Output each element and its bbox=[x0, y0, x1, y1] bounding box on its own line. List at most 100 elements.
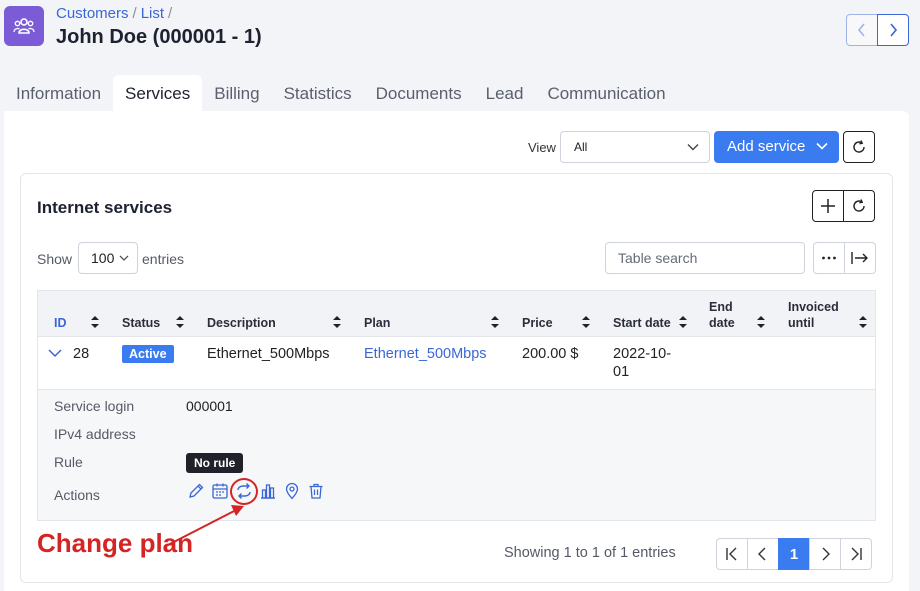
column-header-id[interactable]: ID bbox=[54, 315, 67, 331]
chevron-right-icon bbox=[822, 547, 830, 561]
actions-label: Actions bbox=[54, 487, 100, 503]
status-badge: Active bbox=[122, 345, 174, 363]
chevron-right-icon bbox=[890, 23, 898, 37]
customers-app-icon bbox=[4, 6, 44, 46]
column-header-label: Description bbox=[207, 316, 276, 330]
first-page-button[interactable] bbox=[716, 538, 748, 570]
chevron-down-icon bbox=[687, 144, 699, 151]
column-header-label: End bbox=[709, 300, 733, 314]
column-header-invoiced-until[interactable]: Invoiced until bbox=[788, 299, 839, 331]
column-header-label: Price bbox=[522, 316, 553, 330]
sort-icon[interactable] bbox=[91, 316, 99, 328]
sort-icon[interactable] bbox=[679, 316, 687, 328]
column-header-description[interactable]: Description bbox=[207, 315, 276, 331]
chevron-down-icon[interactable] bbox=[48, 348, 62, 358]
card-title: Internet services bbox=[37, 198, 173, 217]
calendar-icon[interactable] bbox=[211, 482, 229, 500]
ipv4-label: IPv4 address bbox=[54, 426, 136, 442]
add-service-button[interactable]: Add service bbox=[714, 131, 839, 163]
view-select[interactable]: All bbox=[560, 131, 710, 163]
tab-communication[interactable]: Communication bbox=[535, 75, 677, 114]
tab-billing[interactable]: Billing bbox=[202, 75, 271, 114]
tab-documents[interactable]: Documents bbox=[364, 75, 474, 114]
page-length-select[interactable]: 100 bbox=[78, 242, 138, 274]
column-header-status[interactable]: Status bbox=[122, 315, 160, 331]
view-label: View bbox=[528, 140, 556, 155]
ellipsis-icon bbox=[822, 256, 836, 260]
add-button[interactable] bbox=[812, 190, 844, 222]
entries-label: entries bbox=[142, 251, 185, 267]
table-header bbox=[37, 290, 876, 337]
service-login-label: Service login bbox=[54, 398, 135, 414]
first-page-icon bbox=[726, 547, 737, 561]
trash-icon[interactable] bbox=[307, 482, 325, 500]
chevron-down-icon bbox=[816, 142, 828, 150]
column-header-end-date[interactable]: End date bbox=[709, 299, 735, 331]
breadcrumb-separator: / bbox=[168, 5, 173, 22]
column-header-plan[interactable]: Plan bbox=[364, 315, 390, 331]
column-toggle-button[interactable] bbox=[844, 242, 876, 274]
chevron-left-icon bbox=[857, 23, 865, 37]
start-date-part: 2022-10- bbox=[613, 346, 672, 362]
sort-icon[interactable] bbox=[859, 316, 867, 328]
last-page-icon bbox=[851, 547, 862, 561]
sort-icon[interactable] bbox=[491, 316, 499, 328]
column-header-price[interactable]: Price bbox=[522, 315, 553, 331]
next-customer-button[interactable] bbox=[877, 14, 909, 46]
rule-badge: No rule bbox=[186, 453, 244, 473]
column-header-label: until bbox=[788, 316, 815, 330]
column-header-start-date[interactable]: Start date bbox=[613, 315, 671, 331]
start-date-part: 01 bbox=[613, 364, 630, 380]
users-icon bbox=[13, 18, 35, 34]
previous-customer-button[interactable] bbox=[846, 14, 878, 46]
entries-info: Showing 1 to 1 of 1 entries bbox=[504, 545, 676, 561]
sort-icon[interactable] bbox=[757, 316, 765, 328]
row-details bbox=[37, 389, 876, 521]
card-refresh-button[interactable] bbox=[843, 190, 875, 222]
show-label: Show bbox=[37, 251, 73, 267]
refresh-icon bbox=[853, 199, 865, 212]
tab-bar: Information Services Billing Statistics … bbox=[4, 75, 678, 114]
add-service-label: Add service bbox=[727, 138, 806, 155]
column-header-label: Status bbox=[122, 316, 161, 330]
plus-icon bbox=[821, 199, 835, 213]
column-header-label: ID bbox=[54, 316, 67, 330]
last-page-button[interactable] bbox=[840, 538, 872, 570]
column-header-label: Plan bbox=[364, 316, 391, 330]
column-header-label: Invoiced bbox=[788, 300, 839, 314]
tab-statistics[interactable]: Statistics bbox=[272, 75, 364, 114]
arrow-to-right-icon bbox=[851, 252, 868, 264]
breadcrumb-customers[interactable]: Customers bbox=[56, 5, 129, 22]
sort-icon[interactable] bbox=[333, 316, 341, 328]
page-length-value: 100 bbox=[91, 250, 115, 266]
pagination: 1 bbox=[716, 538, 872, 570]
cell-plan-link[interactable]: Ethernet_500Mbps bbox=[364, 345, 487, 363]
service-login-value: 000001 bbox=[186, 398, 233, 414]
cell-start-date: 2022-10- 01 bbox=[613, 345, 671, 381]
bar-chart-icon[interactable] bbox=[259, 482, 277, 500]
sort-icon[interactable] bbox=[176, 316, 184, 328]
more-options-button[interactable] bbox=[813, 242, 845, 274]
column-header-label: Start date bbox=[613, 316, 671, 330]
chevron-down-icon bbox=[119, 255, 129, 261]
tab-lead[interactable]: Lead bbox=[474, 75, 536, 114]
cell-id: 28 bbox=[73, 346, 90, 362]
breadcrumb-list[interactable]: List bbox=[141, 5, 164, 22]
previous-page-button[interactable] bbox=[747, 538, 779, 570]
refresh-button[interactable] bbox=[843, 131, 875, 163]
location-icon[interactable] bbox=[283, 482, 301, 500]
refresh-icon bbox=[853, 140, 865, 153]
breadcrumb: Customers / List / bbox=[56, 5, 176, 22]
tab-information[interactable]: Information bbox=[4, 75, 113, 114]
edit-icon[interactable] bbox=[187, 482, 205, 500]
page-button-current[interactable]: 1 bbox=[778, 538, 810, 570]
next-page-button[interactable] bbox=[809, 538, 841, 570]
table-search-input[interactable] bbox=[605, 242, 805, 274]
view-select-value: All bbox=[574, 140, 588, 154]
cell-price: 200.00 $ bbox=[522, 346, 579, 362]
change-plan-annotation: Change plan bbox=[37, 528, 194, 558]
change-plan-highlight-circle bbox=[230, 478, 258, 505]
tab-services[interactable]: Services bbox=[113, 75, 203, 114]
chevron-left-icon bbox=[758, 547, 766, 561]
sort-icon[interactable] bbox=[582, 316, 590, 328]
